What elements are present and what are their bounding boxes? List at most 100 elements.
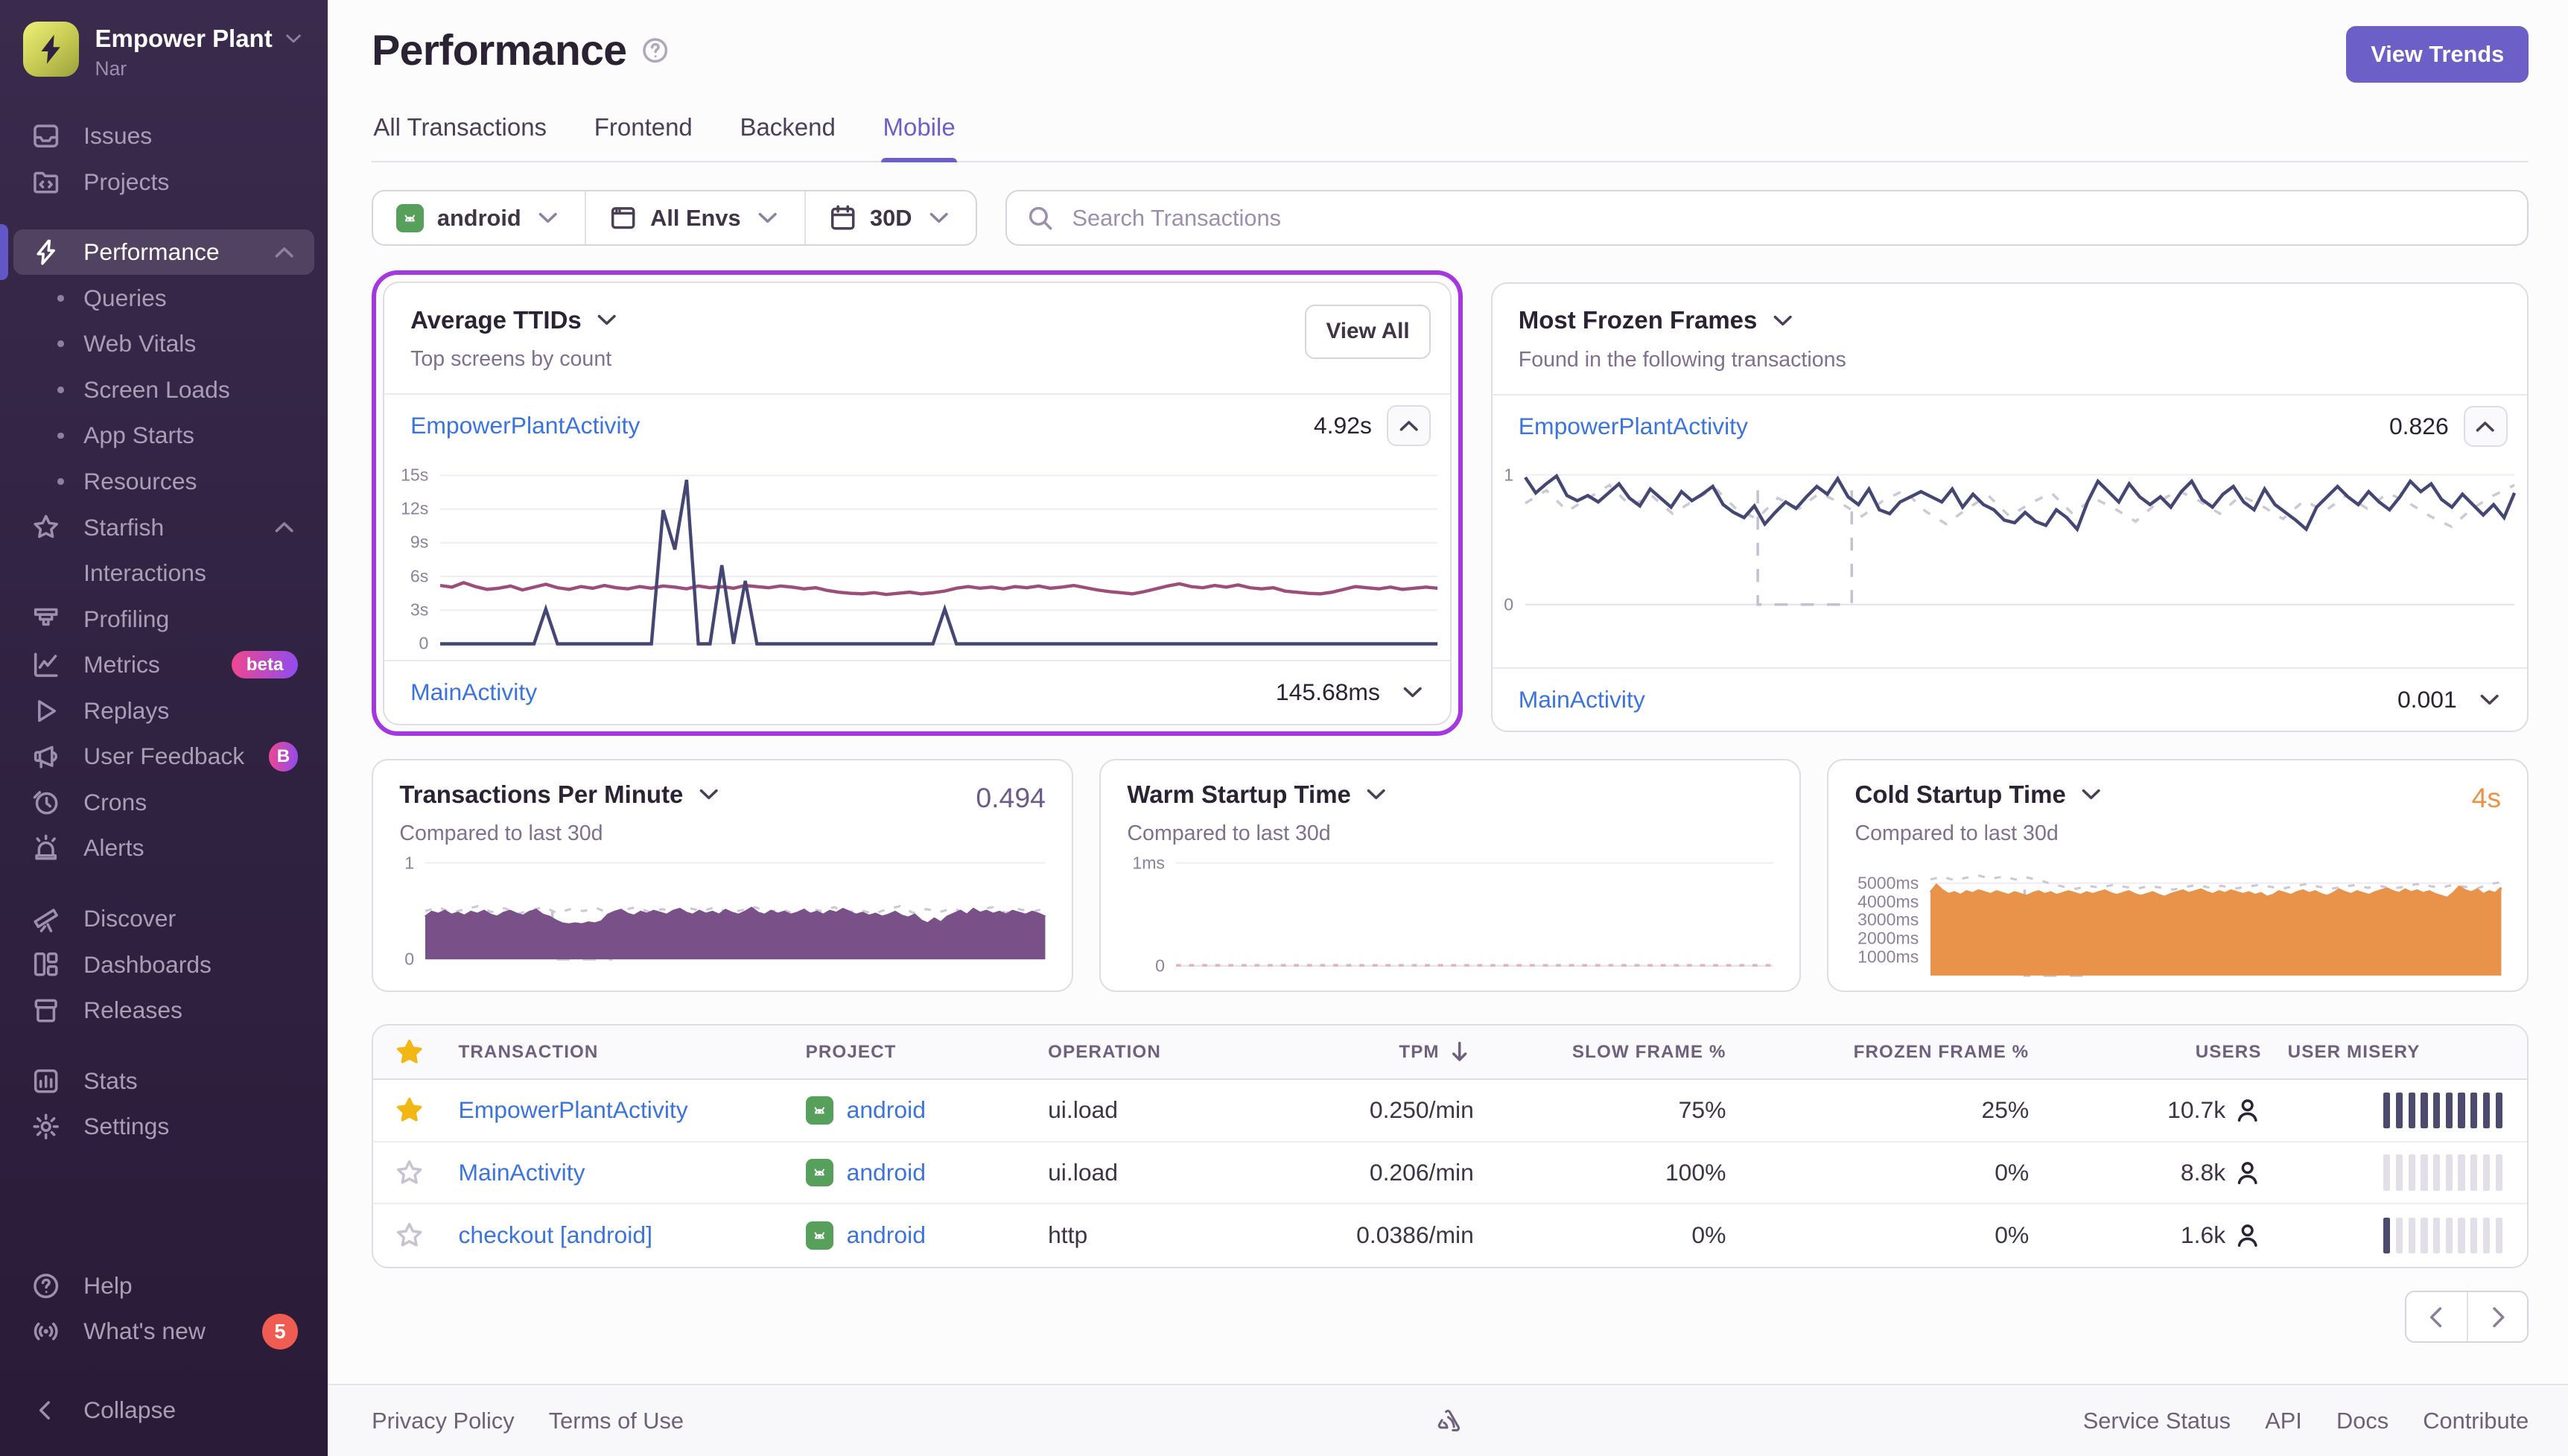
project-link[interactable]: android — [805, 1158, 1022, 1187]
pagination — [372, 1291, 2529, 1344]
transaction-link[interactable]: MainActivity — [458, 1159, 585, 1186]
sidebar-item-dashboards[interactable]: Dashboards — [13, 941, 315, 988]
sidebar-item-screen-loads[interactable]: Screen Loads — [13, 367, 315, 413]
sidebar-item-interactions[interactable]: Interactions — [13, 550, 315, 597]
y-axis-tick: 12s — [401, 498, 429, 518]
environment-filter[interactable]: All Envs — [585, 191, 804, 245]
sidebar-item-metrics[interactable]: Metrics beta — [13, 642, 315, 688]
users-count: 8.8k — [2180, 1158, 2226, 1186]
y-axis-tick: 0 — [404, 949, 415, 969]
sidebar-item-app-starts[interactable]: App Starts — [13, 413, 315, 459]
user-icon — [2234, 1221, 2261, 1249]
footer-link-contribute[interactable]: Contribute — [2423, 1408, 2529, 1434]
page-content: android All Envs 30D Search Transactions… — [328, 162, 2568, 1384]
project-link[interactable]: android — [805, 1096, 1022, 1125]
main-area: Performance View Trends All Transactions… — [327, 0, 2568, 1456]
star-outline-icon[interactable] — [395, 1221, 423, 1249]
tpm-card-title[interactable]: Transactions Per Minute — [399, 781, 683, 809]
tab-frontend[interactable]: Frontend — [593, 113, 694, 161]
sidebar-item-web-vitals[interactable]: Web Vitals — [13, 321, 315, 367]
column-header-project[interactable]: PROJECT — [792, 1042, 1034, 1063]
sidebar-item-resources[interactable]: Resources — [13, 459, 315, 505]
sidebar-item-settings[interactable]: Settings — [13, 1104, 315, 1150]
column-header-transaction[interactable]: TRANSACTION — [445, 1042, 792, 1063]
footer-link-privacy-policy[interactable]: Privacy Policy — [372, 1408, 514, 1434]
sidebar-item-what-s-new[interactable]: What's new 5 — [13, 1309, 315, 1355]
transaction-link[interactable]: EmpowerPlantActivity — [458, 1096, 687, 1123]
sidebar-item-label: User Feedback — [83, 743, 245, 770]
sidebar-item-discover[interactable]: Discover — [13, 896, 315, 942]
column-header-users[interactable]: USERS — [2042, 1042, 2275, 1063]
previous-page-button[interactable] — [2406, 1292, 2467, 1342]
project-filter[interactable]: android — [373, 191, 585, 244]
org-switcher[interactable]: Empower Plant Nar — [0, 0, 328, 90]
sidebar-item-queries[interactable]: Queries — [13, 275, 315, 321]
ttid-card-title[interactable]: Average TTIDs — [410, 306, 582, 334]
y-axis-tick: 15s — [401, 465, 429, 485]
android-project-icon — [395, 204, 425, 232]
footer-link-service-status[interactable]: Service Status — [2083, 1408, 2231, 1434]
next-page-button[interactable] — [2466, 1292, 2528, 1342]
sidebar-item-releases[interactable]: Releases — [13, 988, 315, 1034]
sidebar-item-alerts[interactable]: Alerts — [13, 825, 315, 871]
help-circle-icon[interactable] — [641, 36, 669, 64]
collapse-row-button[interactable] — [2463, 405, 2508, 447]
expand-row-button[interactable] — [2471, 681, 2507, 717]
tabs-bar: All Transactions Frontend Backend Mobile — [372, 113, 2529, 163]
sidebar-item-replays[interactable]: Replays — [13, 688, 315, 734]
tab-backend[interactable]: Backend — [738, 113, 837, 161]
collapse-row-button[interactable] — [1386, 405, 1431, 447]
search-input[interactable] — [1069, 203, 2508, 234]
issues-icon — [30, 122, 63, 150]
active-indicator — [0, 224, 8, 281]
warm-card-title[interactable]: Warm Startup Time — [1127, 781, 1350, 809]
transaction-link[interactable]: checkout [android] — [458, 1221, 652, 1248]
column-header-slow-frame-[interactable]: SLOW FRAME % — [1487, 1042, 1739, 1063]
frozen-card-title[interactable]: Most Frozen Frames — [1519, 306, 1758, 334]
sidebar-item-issues[interactable]: Issues — [13, 113, 315, 159]
date-filter[interactable]: 30D — [804, 191, 976, 245]
sidebar-item-stats[interactable]: Stats — [13, 1058, 315, 1104]
footer-link-terms-of-use[interactable]: Terms of Use — [549, 1408, 684, 1434]
ttid-row-mainactivity: MainActivity 145.68ms — [384, 661, 1451, 724]
y-axis-tick: 9s — [410, 532, 429, 552]
project-link[interactable]: android — [805, 1221, 1022, 1250]
transaction-link[interactable]: EmpowerPlantActivity — [410, 412, 640, 439]
tab-all-transactions[interactable]: All Transactions — [372, 113, 548, 161]
star-outline-icon[interactable] — [395, 1159, 423, 1186]
footer-link-api[interactable]: API — [2265, 1408, 2302, 1434]
sidebar-item-label: Issues — [83, 122, 153, 150]
tab-mobile[interactable]: Mobile — [881, 113, 958, 163]
star-column-header[interactable] — [373, 1038, 445, 1066]
view-all-button[interactable]: View All — [1305, 304, 1431, 359]
operation-cell: ui.load — [1048, 1158, 1119, 1186]
column-header-tpm[interactable]: TPM — [1297, 1038, 1487, 1066]
sidebar-item-label: Stats — [83, 1066, 138, 1094]
sidebar-item-starfish[interactable]: Starfish — [13, 504, 315, 550]
transaction-link[interactable]: MainActivity — [1519, 686, 1645, 713]
view-trends-button[interactable]: View Trends — [2346, 26, 2529, 83]
y-axis-tick: 2000ms — [1857, 928, 1919, 948]
user-icon — [2234, 1096, 2261, 1124]
sidebar-item-user-feedback[interactable]: User Feedback B — [13, 734, 315, 780]
frozen-row-empowerplant: EmpowerPlantActivity 0.826 — [1493, 395, 2528, 458]
column-header-operation[interactable]: OPERATION — [1035, 1042, 1297, 1063]
table-header: TRANSACTION PROJECT OPERATION TPM SLOW FRAME… — [373, 1026, 2528, 1081]
column-header-frozen-frame-[interactable]: FROZEN FRAME % — [1739, 1042, 2042, 1063]
sidebar-item-performance[interactable]: Performance — [0, 224, 315, 281]
footer-link-docs[interactable]: Docs — [2336, 1408, 2389, 1434]
table-row: MainActivity android ui.load 0.206/min 100% 0… — [373, 1142, 2528, 1205]
cold-card-title[interactable]: Cold Startup Time — [1855, 781, 2066, 809]
expand-row-button[interactable] — [1395, 675, 1431, 710]
star-filled-icon[interactable] — [395, 1096, 423, 1124]
transaction-link[interactable]: MainActivity — [410, 678, 537, 706]
sidebar-item-label: Settings — [83, 1113, 170, 1140]
tpm-cell: 0.206/min — [1369, 1158, 1474, 1186]
transaction-link[interactable]: EmpowerPlantActivity — [1519, 413, 1748, 440]
sidebar-item-collapse[interactable]: Collapse — [13, 1387, 315, 1434]
sidebar-item-help[interactable]: Help — [13, 1262, 315, 1309]
sidebar-item-profiling[interactable]: Profiling — [13, 596, 315, 642]
column-header-user-misery[interactable]: USER MISERY — [2275, 1042, 2527, 1063]
sidebar-item-crons[interactable]: Crons — [13, 780, 315, 826]
sidebar-item-projects[interactable]: Projects — [13, 159, 315, 205]
